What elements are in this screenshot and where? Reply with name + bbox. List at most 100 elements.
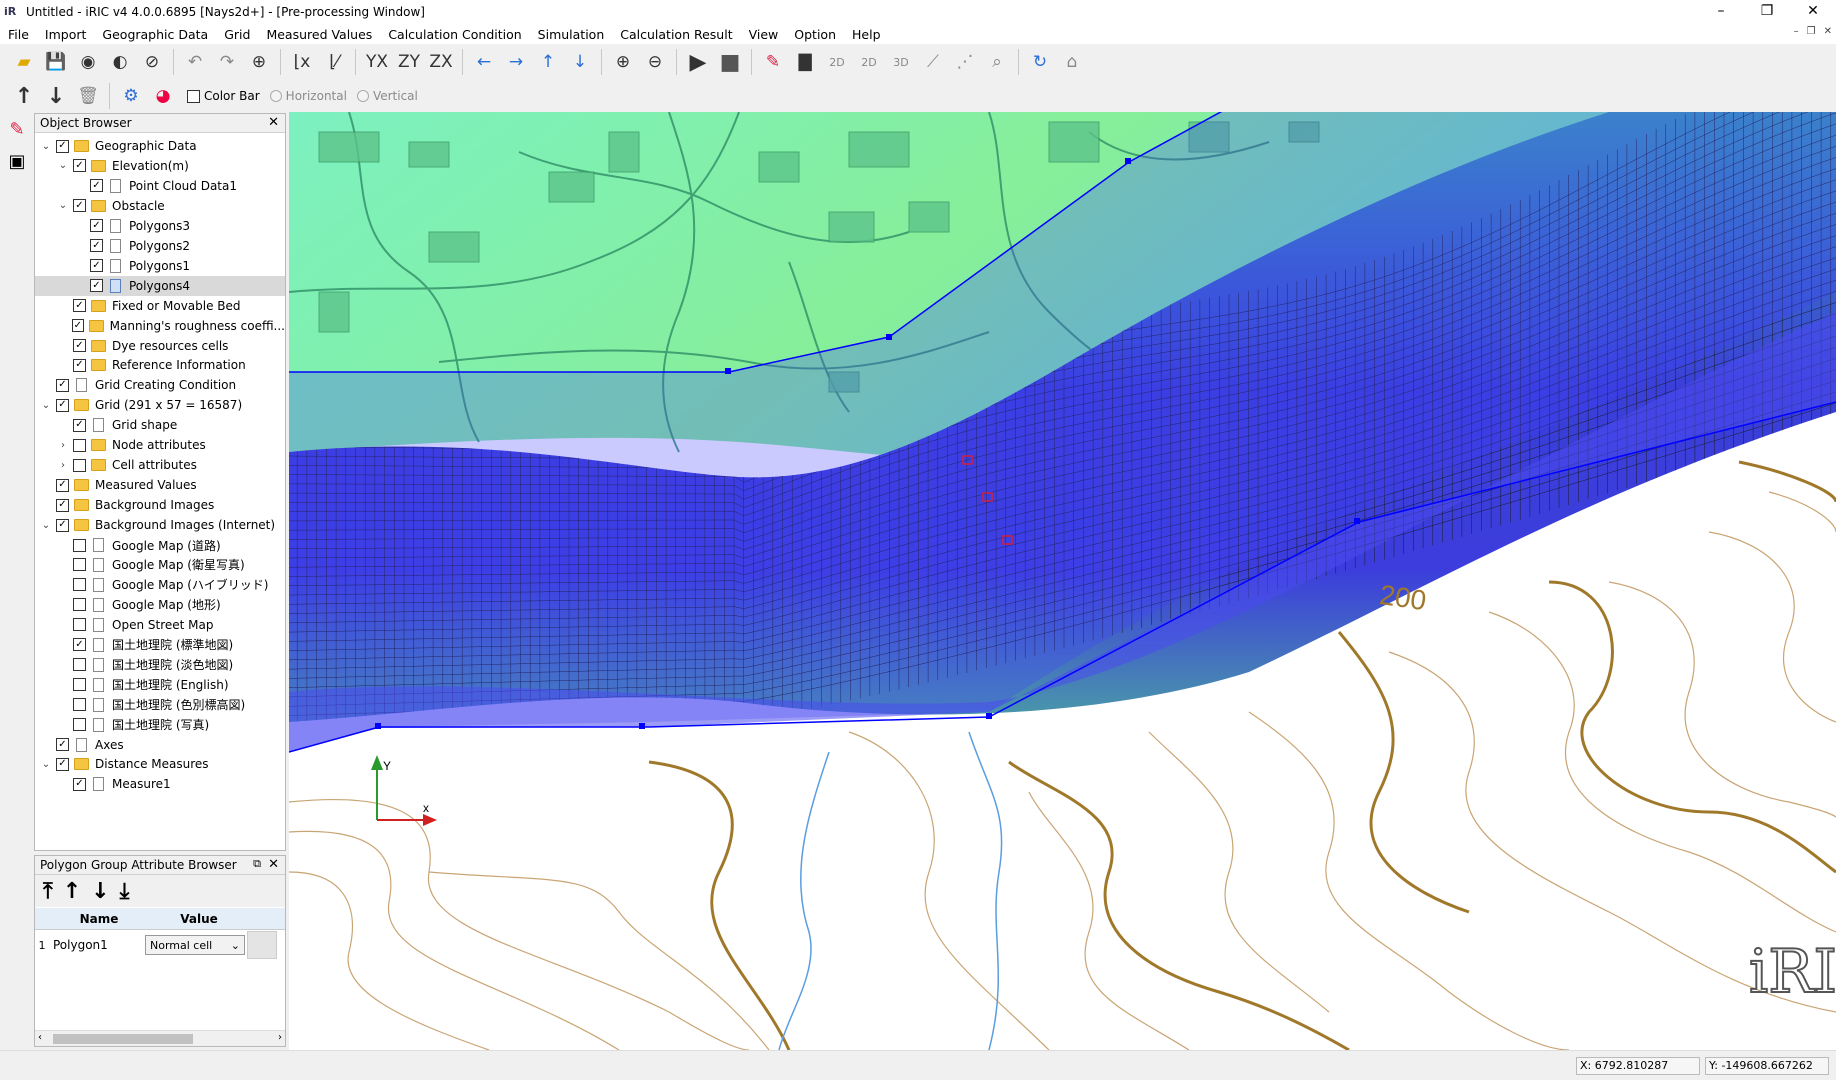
- tree-item[interactable]: Google Map (地形): [35, 595, 285, 615]
- view-zy-icon[interactable]: ZY: [395, 48, 423, 76]
- open-folder-icon[interactable]: ▰: [10, 48, 38, 76]
- tree-item-checkbox[interactable]: [73, 718, 86, 732]
- close-panel-icon[interactable]: ✕: [268, 115, 279, 130]
- menu-option[interactable]: Option: [786, 27, 844, 42]
- tree-item-checkbox[interactable]: [73, 458, 86, 472]
- color-bar-check[interactable]: [187, 89, 200, 103]
- move-top-icon[interactable]: ⤒: [43, 879, 53, 904]
- view-zx-icon[interactable]: ZX: [427, 48, 455, 76]
- tree-item[interactable]: Google Map (衛星写真): [35, 555, 285, 575]
- run-icon[interactable]: ▶: [684, 48, 712, 76]
- menu-file[interactable]: File: [0, 27, 37, 42]
- menu-measured-values[interactable]: Measured Values: [258, 27, 380, 42]
- profile-icon[interactable]: ⌕: [983, 48, 1011, 76]
- tree-item[interactable]: ✓ Manning's roughness coeffi...: [35, 316, 285, 336]
- tree-item[interactable]: ✓ Grid Creating Condition: [35, 375, 285, 395]
- tree-item-checkbox[interactable]: ✓: [90, 259, 103, 273]
- tree-item[interactable]: Open Street Map: [35, 615, 285, 635]
- tree-item-checkbox[interactable]: [73, 538, 86, 552]
- tree-item-checkbox[interactable]: ✓: [56, 478, 69, 492]
- zoom-in-icon[interactable]: ⊕: [609, 48, 637, 76]
- tree-item[interactable]: › Cell attributes: [35, 455, 285, 475]
- expand-arrow-icon[interactable]: ⌄: [56, 160, 70, 171]
- tree-item-checkbox[interactable]: ✓: [73, 638, 86, 652]
- move-item-down-icon[interactable]: ↓: [42, 82, 70, 110]
- scatter-icon[interactable]: ⋰: [951, 48, 979, 76]
- undo-icon[interactable]: ↶: [181, 48, 209, 76]
- tree-item-checkbox[interactable]: ✓: [73, 777, 86, 791]
- move-right-icon[interactable]: →: [502, 48, 530, 76]
- tree-item[interactable]: 国土地理院 (English): [35, 675, 285, 695]
- tree-item[interactable]: ⌄ ✓ Distance Measures: [35, 754, 285, 774]
- tree-item-checkbox[interactable]: [73, 438, 86, 452]
- table-row[interactable]: 1 Polygon1 Normal cell ⌄: [35, 930, 285, 960]
- tree-item[interactable]: ✓ Axes: [35, 735, 285, 755]
- tree-item-checkbox[interactable]: ✓: [73, 299, 86, 313]
- tree-item[interactable]: 国土地理院 (淡色地図): [35, 655, 285, 675]
- globe-icon[interactable]: ⊘: [138, 48, 166, 76]
- menu-help[interactable]: Help: [844, 27, 889, 42]
- tree-item[interactable]: ✓ Measured Values: [35, 475, 285, 495]
- mdi-restore-icon[interactable]: ❐: [1807, 26, 1816, 37]
- expand-arrow-icon[interactable]: ⌄: [39, 520, 53, 531]
- tree-item-checkbox[interactable]: [73, 618, 86, 632]
- mouse-icon[interactable]: ⌂: [1058, 48, 1086, 76]
- tree-item-checkbox[interactable]: ✓: [56, 139, 69, 153]
- expand-arrow-icon[interactable]: ›: [56, 440, 70, 451]
- tree-item[interactable]: ✓ Polygons4: [35, 275, 285, 296]
- restore-button[interactable]: ❐: [1744, 0, 1790, 24]
- expand-arrow-icon[interactable]: ⌄: [39, 400, 53, 411]
- move-bottom-icon[interactable]: ⤓: [120, 879, 130, 904]
- snapshot-save-icon[interactable]: ◐: [106, 48, 134, 76]
- color-bar-checkbox[interactable]: Color Bar: [187, 89, 260, 103]
- tree-item-checkbox[interactable]: [73, 698, 86, 712]
- tree-item-checkbox[interactable]: ✓: [56, 378, 69, 392]
- tree-item[interactable]: ✓ Grid shape: [35, 415, 285, 435]
- expand-arrow-icon[interactable]: ⌄: [39, 759, 53, 770]
- tree-item[interactable]: Google Map (ハイブリッド): [35, 575, 285, 595]
- tree-item-checkbox[interactable]: [73, 558, 86, 572]
- tree-item[interactable]: ⌄ ✓ Elevation(m): [35, 156, 285, 176]
- scroll-left-icon[interactable]: ‹: [38, 1032, 42, 1043]
- tree-item-checkbox[interactable]: ✓: [71, 319, 85, 333]
- map-canvas[interactable]: 200 Y x iRIC: [289, 112, 1836, 1050]
- axis-x-icon[interactable]: ⌊x: [288, 48, 316, 76]
- tree-item[interactable]: ✓ Fixed or Movable Bed: [35, 296, 285, 316]
- vertical-radio[interactable]: Vertical: [356, 89, 418, 103]
- close-panel-icon[interactable]: ✕: [268, 857, 279, 872]
- stop-icon[interactable]: ■: [716, 48, 744, 76]
- edit-pencil-icon[interactable]: ✎: [2, 116, 32, 144]
- tree-item[interactable]: ✓ Background Images: [35, 495, 285, 515]
- redo-icon[interactable]: ↷: [213, 48, 241, 76]
- tree-item[interactable]: ⌄ ✓ Obstacle: [35, 196, 285, 216]
- move-up-icon[interactable]: ↑: [534, 48, 562, 76]
- menu-view[interactable]: View: [741, 27, 787, 42]
- tree-item[interactable]: ✓ Point Cloud Data1: [35, 176, 285, 196]
- tree-item[interactable]: ⌄ ✓ Background Images (Internet): [35, 515, 285, 535]
- axis-xy-icon[interactable]: ⌊⁄: [320, 48, 348, 76]
- tree-item-checkbox[interactable]: ✓: [90, 179, 103, 193]
- expand-arrow-icon[interactable]: ⌄: [39, 141, 53, 152]
- tree-item-checkbox[interactable]: ✓: [90, 219, 103, 233]
- view-yx-icon[interactable]: YX: [363, 48, 391, 76]
- move-item-up-icon[interactable]: ↑: [10, 82, 38, 110]
- tree-item-checkbox[interactable]: ✓: [56, 498, 69, 512]
- mdi-close-icon[interactable]: ✕: [1824, 26, 1832, 37]
- snapshot-icon[interactable]: ◉: [74, 48, 102, 76]
- tree-item[interactable]: ⌄ ✓ Geographic Data: [35, 136, 285, 156]
- horizontal-radio-dot[interactable]: [269, 90, 282, 102]
- tree-item[interactable]: ✓ Polygons3: [35, 216, 285, 236]
- menu-import[interactable]: Import: [37, 27, 95, 42]
- tree-item-checkbox[interactable]: ✓: [73, 418, 86, 432]
- menu-calculation-result[interactable]: Calculation Result: [612, 27, 740, 42]
- colormap-icon[interactable]: ◕: [149, 82, 177, 110]
- scroll-right-icon[interactable]: ›: [278, 1032, 282, 1043]
- value-select[interactable]: Normal cell ⌄: [145, 935, 245, 955]
- close-button[interactable]: ✕: [1790, 0, 1836, 24]
- properties-icon[interactable]: ⚙: [117, 82, 145, 110]
- console-window-icon[interactable]: ▣: [2, 148, 32, 176]
- float-panel-icon[interactable]: ⧉: [253, 857, 261, 871]
- tree-item[interactable]: ✓ Measure1: [35, 774, 285, 794]
- tree-item-checkbox[interactable]: ✓: [56, 757, 69, 771]
- zoom-out-icon[interactable]: ⊖: [641, 48, 669, 76]
